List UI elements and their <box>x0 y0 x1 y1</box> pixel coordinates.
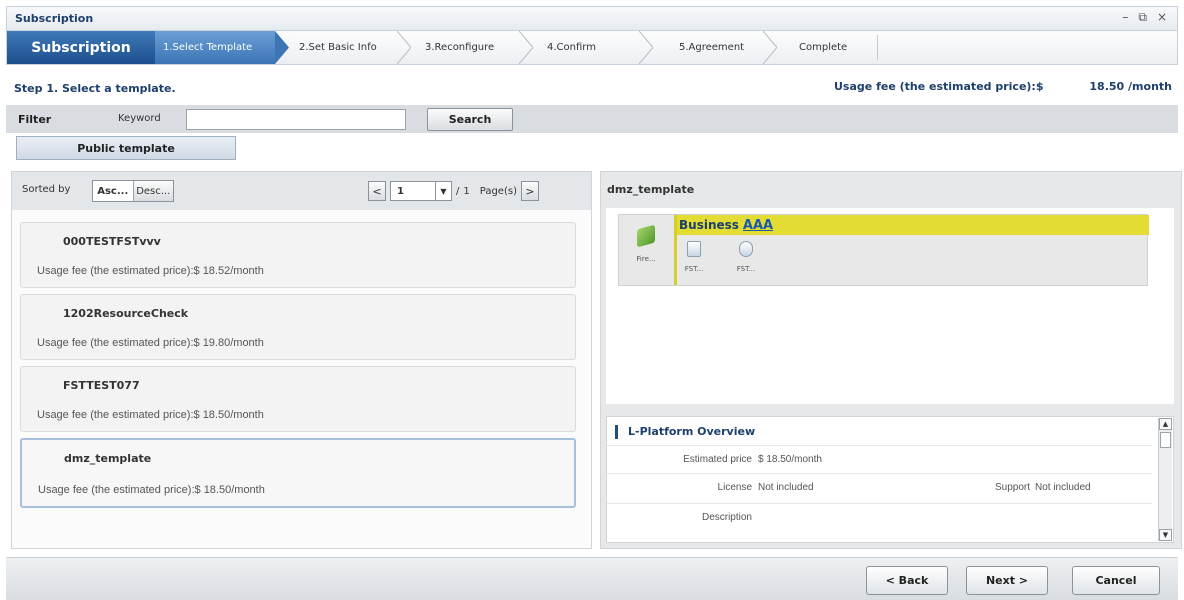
page-suffix: Page(s) <box>479 185 517 197</box>
server-label: FST... <box>684 265 704 273</box>
server-node[interactable]: FST... <box>731 241 761 273</box>
template-fee: Usage fee (the estimated price):$ 18.50/… <box>37 409 264 421</box>
configuration-diagram: Fire... Business AAA FST... FST... <box>606 208 1174 404</box>
network-segment: Business AAA FST... FST... <box>674 215 1149 285</box>
template-fee: Usage fee (the estimated price):$ 18.52/… <box>37 265 264 277</box>
wizard-step-select-template: 1.Select Template <box>155 31 275 64</box>
estimated-price-label: Estimated price <box>683 454 752 465</box>
restore-icon[interactable]: ⧉ <box>1138 10 1147 25</box>
l-platform-overview: L-Platform Overview Estimated price $ 18… <box>606 416 1174 543</box>
next-button[interactable]: Next > <box>966 566 1048 595</box>
minimize-icon[interactable]: – <box>1122 10 1128 25</box>
sort-label: Sorted by <box>22 184 71 195</box>
wizard-separator-icon <box>275 31 289 64</box>
firewall-node[interactable]: Fire... <box>631 224 661 263</box>
scroll-down-icon[interactable]: ▼ <box>1159 529 1172 541</box>
overview-heading: L-Platform Overview <box>615 425 755 439</box>
tab-public-template[interactable]: Public template <box>16 136 236 160</box>
wizard-divider <box>877 35 878 60</box>
support-value: Not included <box>1035 482 1091 493</box>
server-icon <box>687 241 701 257</box>
wizard-step-complete: Complete <box>799 42 848 53</box>
wizard-title: Subscription <box>7 31 155 64</box>
support-label: Support <box>994 482 1030 493</box>
next-page-button[interactable]: > <box>520 181 539 201</box>
step-title: Step 1. Select a template. <box>14 82 176 95</box>
wizard-separator-icon <box>639 31 653 64</box>
page-select-value: 1 <box>397 185 404 197</box>
license-value: Not included <box>758 482 814 493</box>
template-detail-panel: dmz_template Fire... Business AAA FST...… <box>600 171 1182 549</box>
search-button[interactable]: Search <box>427 108 513 131</box>
template-fee: Usage fee (the estimated price):$ 19.80/… <box>37 337 264 349</box>
window-titlebar: Subscription – ⧉ × <box>6 6 1178 30</box>
segment-header: Business AAA <box>677 215 1149 235</box>
page-separator: / <box>456 185 460 197</box>
filter-bar: Filter Keyword Search <box>6 105 1178 133</box>
template-name: 000TESTFSTvvv <box>63 235 161 248</box>
template-item-selected[interactable]: dmz_template Usage fee (the estimated pr… <box>20 438 576 508</box>
detail-title: dmz_template <box>607 183 695 196</box>
keyword-input[interactable] <box>186 109 406 130</box>
prev-page-button[interactable]: < <box>368 181 386 201</box>
wizard-step-basic-info: 2.Set Basic Info <box>299 42 377 53</box>
page-total: 1 <box>463 185 470 197</box>
scroll-thumb[interactable] <box>1160 432 1171 448</box>
wizard-bar: Subscription 1.Select Template 2.Set Bas… <box>6 30 1178 65</box>
footer-bar: < Back Next > Cancel <box>6 557 1178 600</box>
server-node[interactable]: FST... <box>679 241 709 273</box>
server-image-icon <box>739 241 753 257</box>
template-list-panel: Sorted by Asc... Desc... < 1 ▼ / 1 Page(… <box>11 171 592 549</box>
firewall-icon <box>637 224 655 248</box>
wizard-separator-icon <box>519 31 533 64</box>
template-item[interactable]: FSTTEST077 Usage fee (the estimated pric… <box>20 366 576 432</box>
scroll-up-icon[interactable]: ▲ <box>1159 418 1172 430</box>
sort-bar: Sorted by Asc... Desc... < 1 ▼ / 1 Page(… <box>12 172 591 210</box>
pager: < 1 ▼ / 1 Page(s) > <box>368 180 539 202</box>
filter-label: Filter <box>18 113 52 126</box>
description-label: Description <box>701 512 752 523</box>
template-item[interactable]: 000TESTFSTvvv Usage fee (the estimated p… <box>20 222 576 288</box>
wizard-separator-icon <box>763 31 777 64</box>
template-name: FSTTEST077 <box>63 379 140 392</box>
back-button[interactable]: < Back <box>866 566 948 595</box>
keyword-label: Keyword <box>118 113 161 124</box>
wizard-separator-icon <box>397 31 411 64</box>
template-name: dmz_template <box>64 452 152 465</box>
wizard-step-reconfigure: 3.Reconfigure <box>425 42 495 53</box>
overview-row-price: Estimated price $ 18.50/month <box>607 445 1152 473</box>
window-title: Subscription <box>15 12 94 25</box>
sort-desc-button[interactable]: Desc... <box>134 181 174 201</box>
template-item[interactable]: 1202ResourceCheck Usage fee (the estimat… <box>20 294 576 360</box>
overview-scrollbar[interactable]: ▲ ▼ <box>1158 418 1172 541</box>
overview-row-description: Description <box>607 503 1152 541</box>
server-label: FST... <box>736 265 756 273</box>
usage-fee-value: 18.50 /month <box>1089 80 1172 93</box>
license-label: License <box>717 482 752 493</box>
wizard-step-agreement: 5.Agreement <box>679 42 745 53</box>
firewall-label: Fire... <box>636 255 656 263</box>
page-select[interactable]: 1 ▼ <box>390 181 452 201</box>
sort-asc-button[interactable]: Asc... <box>93 181 134 201</box>
sort-toggle: Asc... Desc... <box>92 180 174 202</box>
overview-row-license: License Not included Support Not include… <box>607 473 1152 503</box>
diagram-box: Fire... Business AAA FST... FST... <box>618 214 1149 286</box>
close-icon[interactable]: × <box>1157 10 1167 25</box>
template-fee: Usage fee (the estimated price):$ 18.50/… <box>38 484 265 496</box>
segment-link[interactable]: AAA <box>743 218 773 233</box>
usage-fee-label: Usage fee (the estimated price):$ <box>834 80 1044 93</box>
wizard-step-confirm: 4.Confirm <box>547 42 596 53</box>
window-controls: – ⧉ × <box>1122 10 1167 25</box>
estimated-price-value: $ 18.50/month <box>758 454 822 465</box>
cancel-button[interactable]: Cancel <box>1072 566 1160 595</box>
step-header: Step 1. Select a template. Usage fee (th… <box>6 65 1178 105</box>
segment-name: Business <box>679 218 739 232</box>
template-name: 1202ResourceCheck <box>63 307 189 320</box>
chevron-down-icon: ▼ <box>435 182 451 200</box>
